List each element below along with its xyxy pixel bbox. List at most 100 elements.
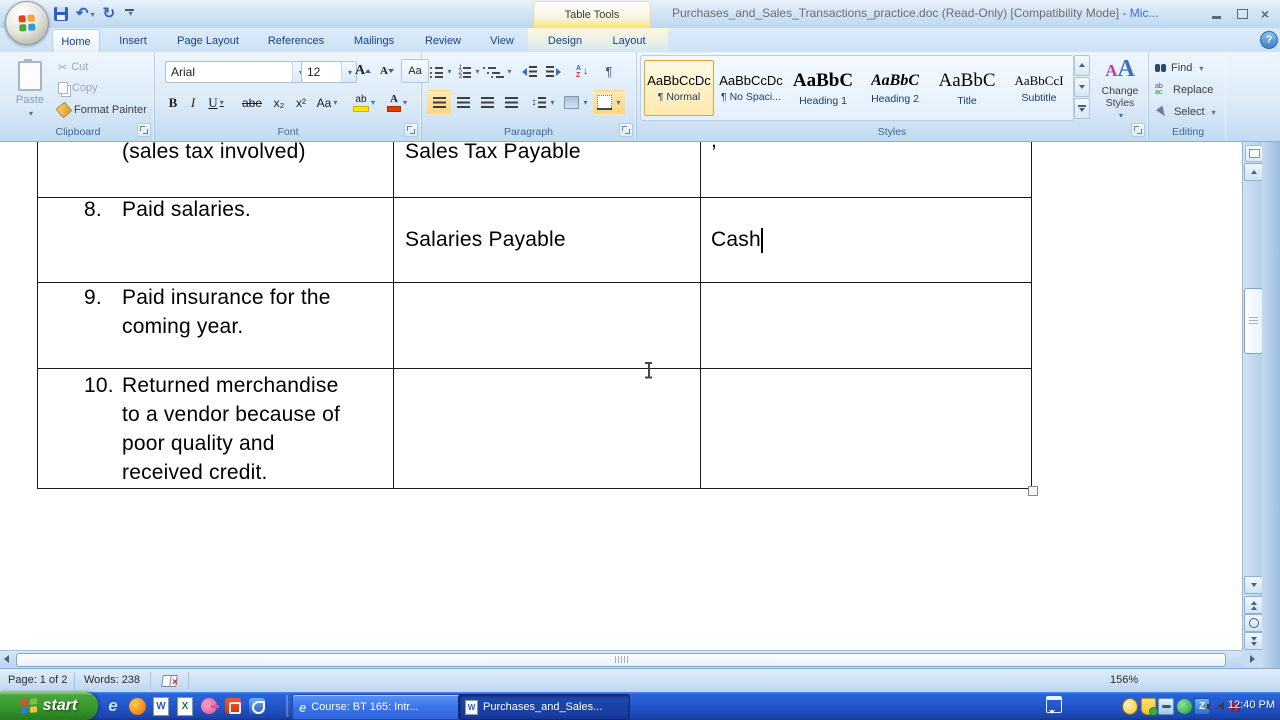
format-painter-button[interactable]: Format Painter bbox=[58, 101, 147, 119]
align-left-button[interactable] bbox=[427, 90, 451, 115]
scroll-left-button[interactable] bbox=[4, 655, 9, 663]
style-title[interactable]: AaBbC Title bbox=[932, 60, 1002, 116]
align-right-button[interactable] bbox=[475, 90, 499, 115]
tab-home[interactable]: Home bbox=[52, 29, 100, 53]
redo-button[interactable]: ↻ bbox=[103, 5, 116, 23]
view-ruler-button[interactable] bbox=[1245, 145, 1263, 162]
vertical-scrollbar[interactable] bbox=[1242, 142, 1263, 650]
save-button[interactable] bbox=[54, 5, 68, 23]
sort-button[interactable]: AZ ↓ bbox=[569, 59, 595, 84]
font-size-combobox[interactable]: 12 bbox=[301, 61, 357, 83]
office-button[interactable] bbox=[5, 1, 49, 45]
tab-view[interactable]: View bbox=[480, 29, 524, 52]
tab-layout[interactable]: Layout bbox=[600, 29, 658, 52]
vertical-scroll-thumb[interactable] bbox=[1244, 288, 1263, 354]
multilevel-list-button[interactable] bbox=[483, 59, 511, 84]
style-no-spacing[interactable]: AaBbCcDc ¶ No Spaci... bbox=[716, 60, 786, 116]
numbering-button[interactable] bbox=[455, 59, 483, 84]
bold-button[interactable]: B bbox=[162, 90, 184, 115]
tray-caret-icon[interactable] bbox=[1049, 710, 1055, 714]
previous-page-button[interactable] bbox=[1244, 596, 1263, 614]
style-subtitle[interactable]: AaBbCcI Subtitle bbox=[1004, 60, 1074, 116]
style-name: ¶ Normal bbox=[658, 91, 700, 103]
select-browse-object-button[interactable] bbox=[1244, 614, 1263, 632]
font-color-button[interactable]: A bbox=[382, 90, 412, 115]
horizontal-scroll-thumb[interactable] bbox=[16, 653, 1226, 667]
copy-button[interactable]: Copy bbox=[58, 79, 98, 97]
quick-launch-excel-icon[interactable]: X bbox=[174, 695, 196, 717]
grow-font-button[interactable]: A bbox=[351, 59, 375, 83]
taskbar-button-word-active[interactable]: W Purchases_and_Sales... bbox=[458, 694, 630, 720]
scroll-up-button[interactable] bbox=[1244, 163, 1263, 181]
word-count[interactable]: Words: 238 bbox=[84, 674, 140, 686]
scroll-down-button[interactable] bbox=[1244, 576, 1263, 594]
quick-launch-ie-icon[interactable]: e bbox=[102, 695, 124, 717]
bullets-button[interactable] bbox=[427, 59, 455, 84]
tab-review[interactable]: Review bbox=[414, 29, 472, 52]
tab-references[interactable]: References bbox=[256, 29, 336, 52]
close-button[interactable]: × bbox=[1257, 7, 1273, 21]
italic-button[interactable]: I bbox=[184, 90, 202, 115]
underline-button[interactable]: U bbox=[202, 90, 230, 115]
styles-dialog-launcher[interactable] bbox=[1131, 123, 1145, 137]
styles-scroll-down-button[interactable] bbox=[1074, 77, 1090, 98]
styles-scroll-up-button[interactable] bbox=[1074, 55, 1090, 76]
taskbar-button-browser[interactable]: e Course: BT 165: Intr... bbox=[292, 694, 464, 720]
paragraph-dialog-launcher[interactable] bbox=[619, 123, 633, 137]
select-button[interactable]: Select bbox=[1155, 103, 1216, 121]
style-heading1[interactable]: AaBbC Heading 1 bbox=[788, 60, 858, 116]
superscript-button[interactable]: x² bbox=[290, 90, 312, 115]
style-heading2[interactable]: AaBbC Heading 2 bbox=[860, 60, 930, 116]
tray-messenger-icon[interactable] bbox=[1122, 698, 1138, 714]
change-styles-button[interactable]: AA Change Styles bbox=[1094, 54, 1146, 124]
quick-launch-powerpoint-icon[interactable] bbox=[222, 695, 244, 717]
quick-launch-messenger-icon[interactable] bbox=[246, 695, 268, 717]
increase-indent-button[interactable] bbox=[541, 59, 565, 84]
style-normal[interactable]: AaBbCcDc ¶ Normal bbox=[644, 60, 714, 116]
find-button[interactable]: Find bbox=[1155, 59, 1203, 77]
tray-antivirus-icon[interactable] bbox=[1176, 698, 1192, 714]
zoom-level[interactable]: 156% bbox=[1110, 674, 1138, 686]
quick-launch-firefox-icon[interactable] bbox=[126, 695, 148, 717]
align-center-button[interactable] bbox=[451, 90, 475, 115]
change-case-button[interactable]: Aa bbox=[312, 90, 342, 115]
quick-launch-key-icon[interactable] bbox=[198, 695, 220, 717]
restore-button[interactable] bbox=[1234, 7, 1250, 21]
paste-button[interactable]: Paste bbox=[7, 56, 53, 122]
strikethrough-button[interactable]: abe bbox=[236, 90, 268, 115]
next-page-button[interactable] bbox=[1244, 632, 1263, 650]
line-spacing-button[interactable]: ↕ bbox=[527, 90, 559, 115]
subscript-button[interactable]: x₂ bbox=[268, 90, 290, 115]
font-dialog-launcher[interactable] bbox=[404, 123, 418, 137]
borders-button[interactable] bbox=[593, 90, 625, 115]
tab-mailings[interactable]: Mailings bbox=[344, 29, 404, 52]
scroll-right-button[interactable] bbox=[1245, 653, 1259, 664]
tray-security-shield-icon[interactable] bbox=[1140, 698, 1156, 714]
replace-button[interactable]: Replace bbox=[1155, 81, 1213, 99]
justify-button[interactable] bbox=[499, 90, 523, 115]
quick-launch-word-icon[interactable]: W bbox=[150, 695, 172, 717]
messenger-glyph bbox=[249, 698, 265, 714]
page-indicator[interactable]: Page: 1 of 2 bbox=[8, 674, 67, 686]
customize-qat-button[interactable] bbox=[123, 7, 136, 21]
shading-button[interactable] bbox=[561, 90, 591, 115]
font-family-combobox[interactable]: Arial bbox=[165, 61, 308, 83]
tab-design[interactable]: Design bbox=[538, 29, 592, 52]
tab-insert[interactable]: Insert bbox=[106, 29, 160, 52]
minimize-button[interactable] bbox=[1208, 7, 1224, 21]
help-button[interactable]: ? bbox=[1260, 31, 1278, 49]
undo-button[interactable]: ↶ bbox=[76, 5, 95, 23]
tab-page-layout[interactable]: Page Layout bbox=[168, 29, 248, 52]
shrink-font-button[interactable]: A bbox=[375, 59, 399, 83]
styles-more-button[interactable] bbox=[1074, 98, 1090, 119]
table-resize-handle[interactable] bbox=[1028, 486, 1038, 496]
tray-key-icon[interactable] bbox=[1158, 698, 1174, 714]
highlight-button[interactable]: ab bbox=[348, 90, 380, 115]
show-hide-paragraph-button[interactable]: ¶ bbox=[597, 59, 621, 84]
clipboard-dialog-launcher[interactable] bbox=[137, 123, 151, 137]
decrease-indent-button[interactable] bbox=[517, 59, 541, 84]
document-page[interactable]: (sales tax involved) Sales Tax Payable ,… bbox=[0, 142, 1242, 650]
start-button[interactable]: start bbox=[0, 692, 98, 720]
cut-button[interactable]: ✂ Cut bbox=[58, 58, 88, 76]
horizontal-scrollbar[interactable] bbox=[0, 650, 1242, 667]
